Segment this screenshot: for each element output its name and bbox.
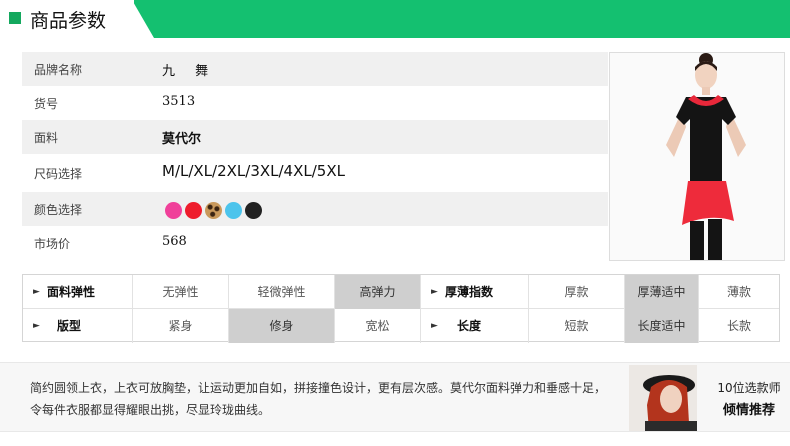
info-row-fabric: 面料 莫代尔	[22, 120, 608, 154]
stylist-photo	[629, 365, 697, 431]
price-value: 568	[162, 234, 187, 249]
info-row-size: 尺码选择 M/L/XL/2XL/3XL/4XL/5XL	[22, 156, 608, 190]
size-value: M/L/XL/2XL/3XL/4XL/5XL	[162, 162, 345, 180]
product-info-panel: 品牌名称 九 舞 货号 3513 面料 莫代尔 尺码选择 M/L/XL/2XL/…	[22, 52, 608, 261]
color-swatch-blue[interactable]	[225, 202, 242, 219]
attr-option-thin: 薄款	[726, 285, 751, 299]
attr-option-high-elastic: 高弹力	[335, 275, 421, 309]
attribute-table: ► 面料弹性 无弹性 轻微弹性 高弹力 ► 厚薄指数 厚款 厚薄适中 薄款 ► …	[22, 274, 780, 343]
attr-option-medium-thick: 厚薄适中	[625, 275, 699, 309]
brand-value: 九 舞	[162, 64, 217, 79]
recommend-title: 倾情推荐	[722, 403, 775, 418]
info-row-sku: 货号 3513	[22, 86, 608, 120]
attr-head-label: 厚薄指数	[445, 285, 494, 299]
stylist-illustration	[629, 365, 697, 431]
attr-option-loose: 宽松	[335, 309, 421, 343]
recommend-count: 10位选款师	[717, 381, 781, 395]
attr-option-long: 长款	[726, 319, 751, 333]
attr-head-fit: ► 版型	[23, 309, 133, 343]
color-swatch-pink[interactable]	[165, 202, 182, 219]
attr-option-slim: 修身	[229, 309, 335, 343]
color-swatch-leopard[interactable]	[205, 202, 222, 219]
attr-head-label: 面料弹性	[47, 285, 96, 299]
attr-option-thick: 厚款	[529, 275, 625, 309]
section-header: 商品参数	[0, 0, 790, 38]
attr-option-medium-length: 长度适中	[625, 309, 699, 343]
attr-head-length: ► 长度	[421, 309, 529, 343]
sku-value: 3513	[162, 94, 196, 109]
color-swatch-red[interactable]	[185, 202, 202, 219]
info-label: 品牌名称	[34, 63, 83, 77]
info-label: 尺码选择	[34, 167, 83, 181]
info-row-color: 颜色选择	[22, 192, 608, 226]
attr-head-label: 长度	[457, 319, 482, 333]
triangle-right-icon: ►	[33, 321, 40, 331]
section-title: 商品参数	[30, 10, 107, 32]
info-label: 面料	[34, 131, 59, 145]
attr-option-short: 短款	[529, 309, 625, 343]
info-row-brand: 品牌名称 九 舞	[22, 52, 608, 86]
attr-head-elasticity: ► 面料弹性	[23, 275, 133, 309]
header-square-icon	[9, 12, 21, 24]
info-label: 颜色选择	[34, 203, 83, 217]
product-description: 简约圆领上衣，上衣可放胸垫，让运动更加自如，拼接撞色设计，更有层次感。莫代尔面料…	[30, 381, 607, 417]
attr-option-tight: 紧身	[133, 309, 229, 343]
header-accent-band	[132, 0, 790, 38]
recommendation-footer: 简约圆领上衣，上衣可放胸垫，让运动更加自如，拼接撞色设计，更有层次感。莫代尔面料…	[0, 362, 790, 432]
triangle-right-icon: ►	[431, 321, 438, 331]
model-illustration	[666, 53, 746, 260]
attr-head-thickness: ► 厚薄指数	[421, 275, 529, 309]
triangle-right-icon: ►	[33, 287, 40, 297]
triangle-right-icon: ►	[431, 287, 438, 297]
attr-option-no-elastic: 无弹性	[133, 275, 229, 309]
product-model-image	[609, 52, 785, 261]
fabric-value: 莫代尔	[162, 132, 202, 147]
attr-head-label: 版型	[57, 319, 82, 333]
info-label: 货号	[34, 97, 59, 111]
info-label: 市场价	[34, 237, 71, 251]
color-swatch-black[interactable]	[245, 202, 262, 219]
info-row-price: 市场价 568	[22, 226, 608, 260]
attr-option-slight-elastic: 轻微弹性	[229, 275, 335, 309]
